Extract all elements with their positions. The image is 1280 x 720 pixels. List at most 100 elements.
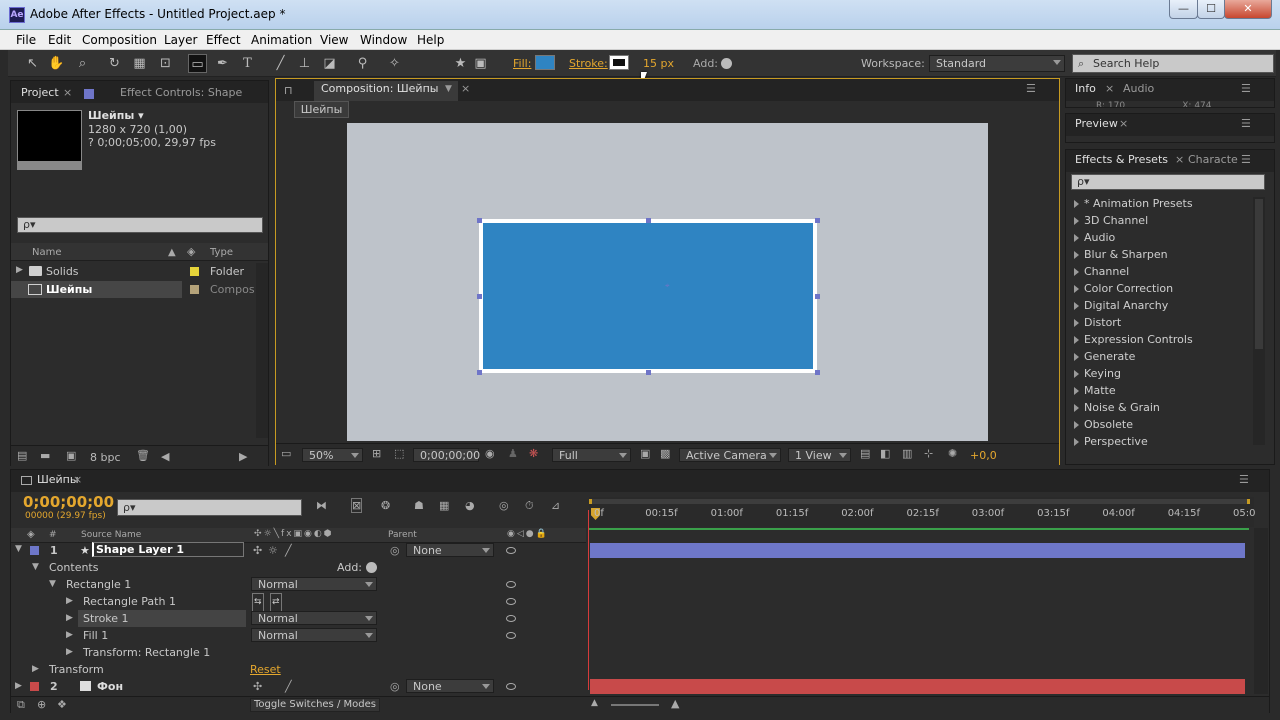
menu-file[interactable]: File: [16, 33, 36, 47]
panel-menu-icon[interactable]: ☰: [1241, 150, 1251, 170]
bounding-handle[interactable]: [815, 294, 820, 299]
timeline-scrollbar[interactable]: [1254, 528, 1268, 694]
exposure-value[interactable]: +0,0: [970, 449, 997, 462]
trash-icon[interactable]: 🗑: [136, 449, 150, 462]
current-time-field[interactable]: 0;00;00;00: [413, 448, 480, 462]
rectangle-group-row[interactable]: ▼ Rectangle 1 Normal: [10, 576, 585, 593]
draft-3d-icon[interactable]: ❂: [381, 499, 390, 512]
tab-character[interactable]: Characte: [1188, 150, 1238, 170]
live-update-icon[interactable]: ⊠: [351, 498, 363, 513]
collapse-switch-icon[interactable]: ☼: [268, 542, 278, 559]
expand-arrow-icon[interactable]: [1074, 234, 1079, 242]
scroll-left-icon[interactable]: ◀: [161, 450, 169, 463]
expand-arrow-icon[interactable]: ▶: [66, 627, 73, 644]
effects-category-item[interactable]: Keying: [1074, 367, 1121, 380]
effects-category-item[interactable]: Perspective: [1074, 435, 1148, 448]
expand-arrow-icon[interactable]: [1074, 251, 1079, 259]
expand-arrow-icon[interactable]: [1074, 302, 1079, 310]
selection-tool-icon[interactable]: ↖: [23, 54, 42, 73]
menu-effect[interactable]: Effect: [206, 33, 241, 47]
menu-window[interactable]: Window: [360, 33, 407, 47]
expand-arrow-icon[interactable]: [1074, 336, 1079, 344]
expand-arrow-icon[interactable]: [1074, 404, 1079, 412]
brainstorm-icon[interactable]: ◎: [499, 499, 509, 512]
transfer-controls-icon[interactable]: ⊕: [37, 698, 46, 711]
expand-arrow-icon[interactable]: ▶: [66, 610, 73, 627]
motion-blur-icon[interactable]: ◕: [465, 499, 475, 512]
panel-menu-icon[interactable]: ☰: [1026, 79, 1036, 99]
menu-edit[interactable]: Edit: [48, 33, 71, 47]
expand-arrow-icon[interactable]: [1074, 285, 1079, 293]
expand-arrow-icon[interactable]: [1074, 387, 1079, 395]
zoom-out-icon[interactable]: ▲: [591, 698, 598, 708]
in-out-icon[interactable]: ❖: [57, 698, 67, 711]
snapshot-icon[interactable]: ◉: [485, 447, 495, 460]
eye-icon[interactable]: [506, 581, 516, 588]
bounding-handle[interactable]: [646, 370, 651, 375]
tab-effect-controls[interactable]: Effect Controls: Shape: [120, 83, 242, 103]
effects-category-item[interactable]: Blur & Sharpen: [1074, 248, 1168, 261]
project-scrollbar[interactable]: [256, 263, 268, 438]
exposure-icon[interactable]: ✺: [948, 447, 957, 460]
show-snapshot-icon[interactable]: ♟: [508, 447, 518, 460]
close-icon[interactable]: ×: [1119, 114, 1128, 134]
timeline-search-input[interactable]: ρ▾: [117, 499, 302, 516]
collapse-arrow-icon[interactable]: ▼: [49, 576, 56, 593]
expand-arrow-icon[interactable]: [1074, 268, 1079, 276]
effects-category-item[interactable]: Digital Anarchy: [1074, 299, 1168, 312]
shy-layers-icon[interactable]: ☗: [414, 499, 424, 512]
toggle-switches-modes-button[interactable]: Toggle Switches / Modes: [250, 698, 380, 712]
bounding-handle[interactable]: [646, 218, 651, 223]
zoom-in-icon[interactable]: ▲: [671, 697, 679, 710]
add-menu-icon[interactable]: [366, 562, 377, 573]
eye-icon[interactable]: [506, 683, 516, 690]
expand-arrow-icon[interactable]: ▶: [16, 265, 23, 275]
blend-mode-dropdown[interactable]: Normal: [251, 611, 377, 625]
pen-tool-icon[interactable]: ✒: [213, 54, 232, 73]
mask-visibility-icon[interactable]: ⬚: [394, 447, 404, 460]
hand-tool-icon[interactable]: ✋: [47, 54, 66, 73]
flowchart-icon[interactable]: ⊹: [924, 447, 933, 460]
effects-category-item[interactable]: Obsolete: [1074, 418, 1133, 431]
item-name[interactable]: Шейпы ▾: [88, 109, 144, 122]
effects-category-item[interactable]: Expression Controls: [1074, 333, 1193, 346]
interpret-footage-icon[interactable]: ▤: [17, 449, 27, 462]
maximize-button[interactable]: ☐: [1197, 0, 1225, 19]
eye-icon[interactable]: [506, 547, 516, 554]
toggle-pixel-aspect-icon[interactable]: ▤: [860, 447, 870, 460]
auto-keyframe-icon[interactable]: ⏱: [525, 499, 534, 513]
rectangle-path-row[interactable]: ▶ Rectangle Path 1 ⇆ ⇄: [10, 593, 585, 612]
comp-mini-flowchart-icon[interactable]: ⧓: [316, 499, 327, 512]
parent-dropdown[interactable]: None: [406, 543, 494, 557]
parent-dropdown[interactable]: None: [406, 679, 494, 693]
puppet-tool-icon[interactable]: ✧: [385, 54, 404, 73]
expand-arrow-icon[interactable]: ▶: [66, 593, 73, 610]
tab-audio[interactable]: Audio: [1123, 79, 1154, 99]
layer-name-field[interactable]: Shape Layer 1: [92, 542, 244, 557]
sort-icon[interactable]: ▲: [168, 247, 176, 258]
layer-bar-shape-layer-1[interactable]: [590, 543, 1245, 558]
tab-project[interactable]: Project: [21, 83, 59, 103]
effects-category-item[interactable]: Generate: [1074, 350, 1135, 363]
star-icon[interactable]: ★: [451, 54, 470, 73]
close-icon[interactable]: ×: [1105, 79, 1114, 99]
effects-category-item[interactable]: Noise & Grain: [1074, 401, 1160, 414]
magnification-dropdown[interactable]: 50%: [302, 448, 363, 462]
close-icon[interactable]: ×: [461, 79, 470, 99]
expand-arrow-icon[interactable]: [1074, 421, 1079, 429]
layer-name[interactable]: Фон: [97, 678, 123, 695]
effects-category-item[interactable]: Distort: [1074, 316, 1121, 329]
project-row[interactable]: Шейпы Compos: [11, 281, 256, 298]
tab-info[interactable]: Info: [1075, 79, 1096, 99]
menu-composition[interactable]: Composition: [82, 33, 157, 47]
fill-swatch[interactable]: [535, 55, 555, 70]
comp-canvas[interactable]: ⌖: [347, 123, 988, 441]
close-icon[interactable]: ×: [63, 83, 72, 103]
panel-menu-icon[interactable]: ☰: [1241, 79, 1251, 99]
expand-arrow-icon[interactable]: [1074, 438, 1079, 446]
camera-tool-icon[interactable]: ▦: [130, 54, 149, 73]
bounding-handle[interactable]: [477, 218, 482, 223]
always-preview-icon[interactable]: ▭: [281, 447, 291, 460]
current-time-display[interactable]: 0;00;00;00: [23, 493, 114, 511]
workspace-dropdown[interactable]: Standard: [929, 55, 1065, 72]
